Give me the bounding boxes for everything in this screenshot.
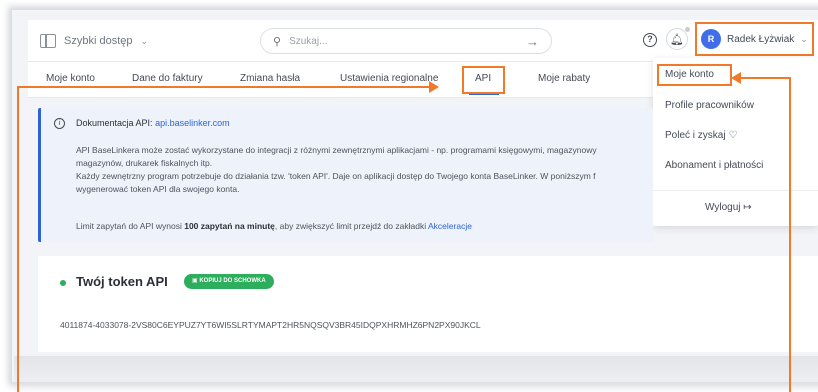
- menu-item-employee-profiles[interactable]: Profile pracowników: [665, 100, 754, 111]
- annotation-arrow-api-icon: [429, 81, 439, 93]
- tab-change-password[interactable]: Zmiana hasła: [240, 73, 300, 84]
- search-field[interactable]: ⚲ Szukaj... →: [260, 28, 552, 54]
- chevron-down-icon: ⌄: [800, 33, 808, 44]
- api-docs-link[interactable]: api.baselinker.com: [155, 118, 230, 128]
- api-info-box: i Dokumentacja API: api.baselinker.com A…: [38, 108, 653, 242]
- info-line-3: Każdy zewnętrzny program potrzebuje do d…: [76, 171, 596, 181]
- menu-item-my-account[interactable]: Moje konto: [665, 69, 714, 80]
- panel-icon: [40, 34, 56, 48]
- annotation-line-left: [17, 86, 19, 392]
- api-token-card: Twój token API ▣ KOPIUJ DO SCHOWKA 40118…: [38, 256, 818, 352]
- copy-to-clipboard-button[interactable]: ▣ KOPIUJ DO SCHOWKA: [184, 274, 274, 289]
- token-title: Twój token API: [76, 274, 168, 289]
- menu-item-logout[interactable]: Wyloguj ↦: [705, 202, 752, 213]
- notifications-button[interactable]: 🔔︎: [666, 27, 690, 50]
- help-icon[interactable]: ?: [643, 33, 657, 47]
- arrow-right-icon[interactable]: →: [526, 34, 539, 49]
- tab-regional-settings[interactable]: Ustawienia regionalne: [340, 73, 438, 84]
- menu-item-subscription[interactable]: Abonament i płatności: [665, 160, 763, 171]
- tab-invoice-data[interactable]: Dane do faktury: [132, 73, 203, 84]
- menu-divider: [653, 190, 818, 191]
- user-name: Radek Łyżwiak: [727, 33, 795, 45]
- acceleration-link[interactable]: Akceleracje: [428, 221, 472, 231]
- chevron-down-icon: ⌄: [140, 35, 149, 46]
- api-token-value: 4011874-4033078-2VS80C6EYPUZ7YT6WI5SLRTY…: [60, 320, 481, 330]
- bell-icon: 🔔︎: [670, 33, 684, 46]
- quick-access-label: Szybki dostęp: [64, 35, 133, 47]
- api-limit-text: Limit zapytań do API wynosi 100 zapytań …: [76, 221, 472, 231]
- search-icon: ⚲: [273, 35, 282, 48]
- user-menu-button[interactable]: R Radek Łyżwiak ⌄: [695, 22, 814, 56]
- info-icon: i: [54, 118, 65, 129]
- quick-access-button[interactable]: Szybki dostęp ⌄: [40, 30, 148, 52]
- status-dot: [60, 280, 66, 286]
- page-shadow: [14, 356, 818, 392]
- menu-item-refer-and-earn[interactable]: Poleć i zyskaj ♡: [665, 130, 737, 141]
- avatar: R: [701, 29, 721, 49]
- account-tabs: Moje konto Dane do faktury Zmiana hasła …: [28, 62, 653, 98]
- search-input[interactable]: Szukaj...: [289, 36, 327, 47]
- api-docs-title: Dokumentacja API: api.baselinker.com: [76, 118, 230, 128]
- info-line-1: API BaseLinkera może zostać wykorzystane…: [76, 145, 597, 155]
- top-bar: Szybki dostęp ⌄ ⚲ Szukaj... → ? 🔔︎ R Rad…: [28, 20, 818, 62]
- tab-my-discounts[interactable]: Moje rabaty: [538, 73, 590, 84]
- info-line-4: wygenerować token API dla swojego konta.: [76, 184, 240, 194]
- annotation-line-top-left: [17, 86, 431, 88]
- annotation-line-top-right: [740, 77, 790, 79]
- api-tab-highlight: [462, 66, 505, 94]
- notification-dot: [685, 27, 690, 32]
- info-line-2: magazynów, drukarek fiskalnych itp.: [76, 158, 213, 168]
- annotation-line-right: [789, 77, 791, 392]
- tab-my-account[interactable]: Moje konto: [46, 73, 95, 84]
- annotation-arrow-my-account-icon: [731, 72, 741, 84]
